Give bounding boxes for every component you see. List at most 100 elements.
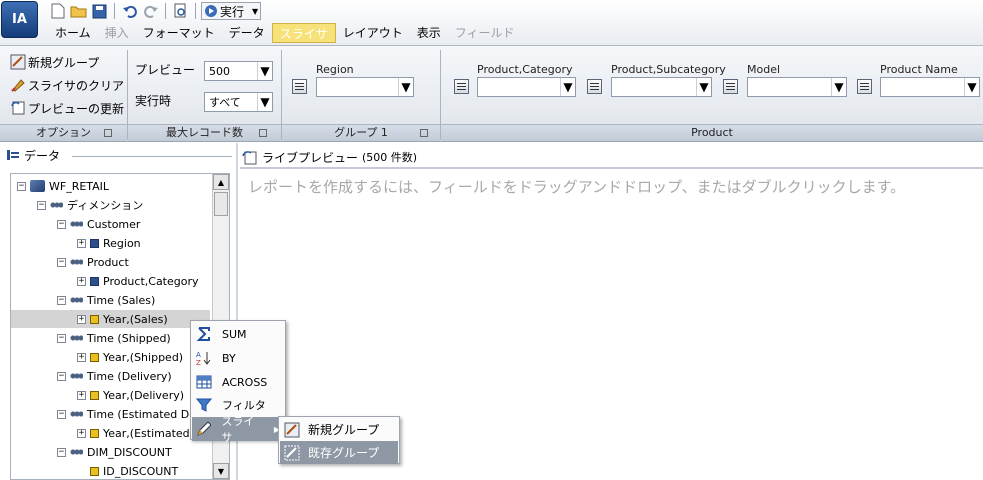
chevron-down-icon[interactable]: ▼ [560, 78, 575, 96]
field-options-icon[interactable] [292, 79, 307, 94]
tree-row[interactable]: + Year,(Shipped) [11, 348, 210, 366]
clear-slicer-button[interactable]: スライサのクリア [10, 75, 124, 95]
expand-icon[interactable]: + [77, 352, 86, 362]
field-options-icon[interactable] [857, 79, 872, 94]
new-group-label: 新規グループ [28, 55, 100, 70]
group1-launcher-icon[interactable] [420, 129, 428, 137]
dimension-icon [50, 200, 63, 210]
menu-item-slicer[interactable]: スライサ ▶ [192, 415, 284, 444]
tree-row[interactable]: − ディメンション [37, 196, 143, 214]
expand-icon[interactable]: + [77, 314, 86, 324]
tree-row[interactable]: − Time (Estimated Deliv [57, 405, 209, 423]
chevron-down-icon[interactable]: ▼ [831, 78, 846, 96]
run-dropdown-icon[interactable]: ▼ [252, 7, 258, 16]
collapse-icon[interactable]: − [57, 333, 66, 343]
submenu-item-existing-group[interactable]: 既存グループ [280, 441, 398, 464]
eraser-icon [11, 79, 25, 92]
new-document-icon[interactable] [48, 2, 67, 20]
tab-layout[interactable]: レイアウト [336, 23, 410, 43]
tree-row[interactable]: ID_DISCOUNT [11, 462, 210, 479]
chevron-down-icon[interactable]: ▼ [257, 93, 272, 111]
model-select[interactable]: ▼ [747, 77, 847, 97]
tab-format[interactable]: フォーマット [136, 23, 222, 43]
runtime-limit-select[interactable]: すべて ▼ [204, 92, 273, 112]
preview-divider [240, 167, 983, 169]
tab-data[interactable]: データ [222, 23, 272, 43]
pencil-icon [197, 421, 212, 436]
tree-row[interactable]: − DIM_DISCOUNT [57, 443, 172, 461]
max-records-group-label: 最大レコード数 [166, 126, 243, 139]
expand-icon[interactable]: + [77, 238, 86, 248]
tree-row-label: Year,(Delivery) [103, 388, 185, 402]
tree-row-label: WF_RETAIL [49, 179, 110, 193]
tree-row[interactable]: − WF_RETAIL [17, 177, 109, 195]
preview-limit-value: 500 [209, 64, 230, 78]
tab-slicer[interactable]: スライサ [271, 23, 336, 43]
tab-view[interactable]: 表示 [410, 23, 448, 43]
scroll-up-icon[interactable]: ▲ [213, 174, 229, 190]
product-category-select[interactable]: ▼ [477, 77, 576, 97]
tab-home[interactable]: ホーム [48, 23, 98, 43]
refresh-preview-button[interactable]: プレビューの更新 [10, 98, 124, 118]
measure-field-icon [90, 390, 99, 400]
ribbon-separator [127, 50, 128, 140]
chevron-down-icon[interactable]: ▼ [257, 62, 272, 80]
expand-icon[interactable]: + [77, 390, 86, 400]
save-icon[interactable] [90, 2, 109, 20]
options-group-bar: オプション [0, 124, 127, 141]
product-subcategory-select[interactable]: ▼ [611, 77, 712, 97]
collapse-icon[interactable]: − [57, 219, 66, 229]
collapse-icon[interactable]: − [57, 295, 66, 305]
run-button[interactable]: 実行 ▼ [201, 2, 262, 20]
tree-row-label: ID_DISCOUNT [103, 464, 179, 478]
new-group-button[interactable]: 新規グループ [10, 52, 99, 72]
collapse-icon[interactable]: − [17, 181, 26, 191]
product-subcategory-header: Product,Subcategory [611, 63, 726, 76]
tree-row[interactable]: − Time (Shipped) [57, 329, 171, 347]
tree-row[interactable]: + Region [11, 234, 210, 252]
quick-access-toolbar: 実行 ▼ [48, 1, 262, 21]
menu-item-across[interactable]: ACROSS [192, 370, 284, 394]
undo-icon[interactable] [120, 2, 139, 20]
tree-row[interactable]: − Product [57, 253, 129, 271]
collapse-icon[interactable]: − [57, 257, 66, 267]
menu-item-by[interactable]: AZ BY [192, 346, 284, 370]
collapse-icon[interactable]: − [57, 447, 66, 457]
max-records-launcher-icon[interactable] [259, 129, 267, 137]
data-panel-title: データ [24, 148, 61, 163]
chevron-down-icon[interactable]: ▼ [696, 78, 711, 96]
field-options-icon[interactable] [454, 79, 469, 94]
submenu-item-new-group[interactable]: 新規グループ [280, 418, 398, 441]
redo-icon[interactable] [141, 2, 160, 20]
expand-icon[interactable]: + [77, 428, 86, 438]
collapse-icon[interactable]: − [57, 409, 66, 419]
chevron-down-icon[interactable]: ▼ [398, 78, 413, 96]
preview-limit-select[interactable]: 500 ▼ [204, 61, 273, 81]
tree-row[interactable]: − Customer [57, 215, 140, 233]
field-options-icon[interactable] [723, 79, 738, 94]
tree-row[interactable]: − Time (Sales) [57, 291, 155, 309]
open-folder-icon[interactable] [69, 2, 88, 20]
chevron-down-icon[interactable]: ▼ [964, 78, 979, 96]
model-header: Model [747, 63, 781, 76]
expand-icon[interactable]: + [77, 276, 86, 286]
tree-row[interactable]: + Year,(Estimated [11, 424, 210, 442]
product-group-label: Product [691, 126, 733, 139]
tree-row[interactable]: + Year,(Sales) [11, 310, 210, 328]
tree-row[interactable]: − Time (Delivery) [57, 367, 172, 385]
tree-row[interactable]: + Product,Category [11, 272, 210, 290]
scroll-down-icon[interactable]: ▼ [213, 463, 229, 479]
collapse-icon[interactable]: − [37, 200, 46, 210]
field-options-icon[interactable] [587, 79, 602, 94]
product-name-select[interactable]: ▼ [880, 77, 980, 97]
app-logo[interactable]: IA [1, 1, 38, 38]
collapse-icon[interactable]: − [57, 371, 66, 381]
region-slicer-select[interactable]: ▼ [316, 77, 414, 97]
options-launcher-icon[interactable] [104, 129, 112, 137]
tree-row[interactable]: + Year,(Delivery) [11, 386, 210, 404]
preview-doc-icon[interactable] [171, 2, 190, 20]
menu-item-sum[interactable]: SUM [192, 322, 284, 346]
scroll-thumb[interactable] [214, 192, 228, 216]
sort-az-icon: AZ [196, 351, 211, 366]
menu-item-sum-label: SUM [222, 327, 247, 341]
